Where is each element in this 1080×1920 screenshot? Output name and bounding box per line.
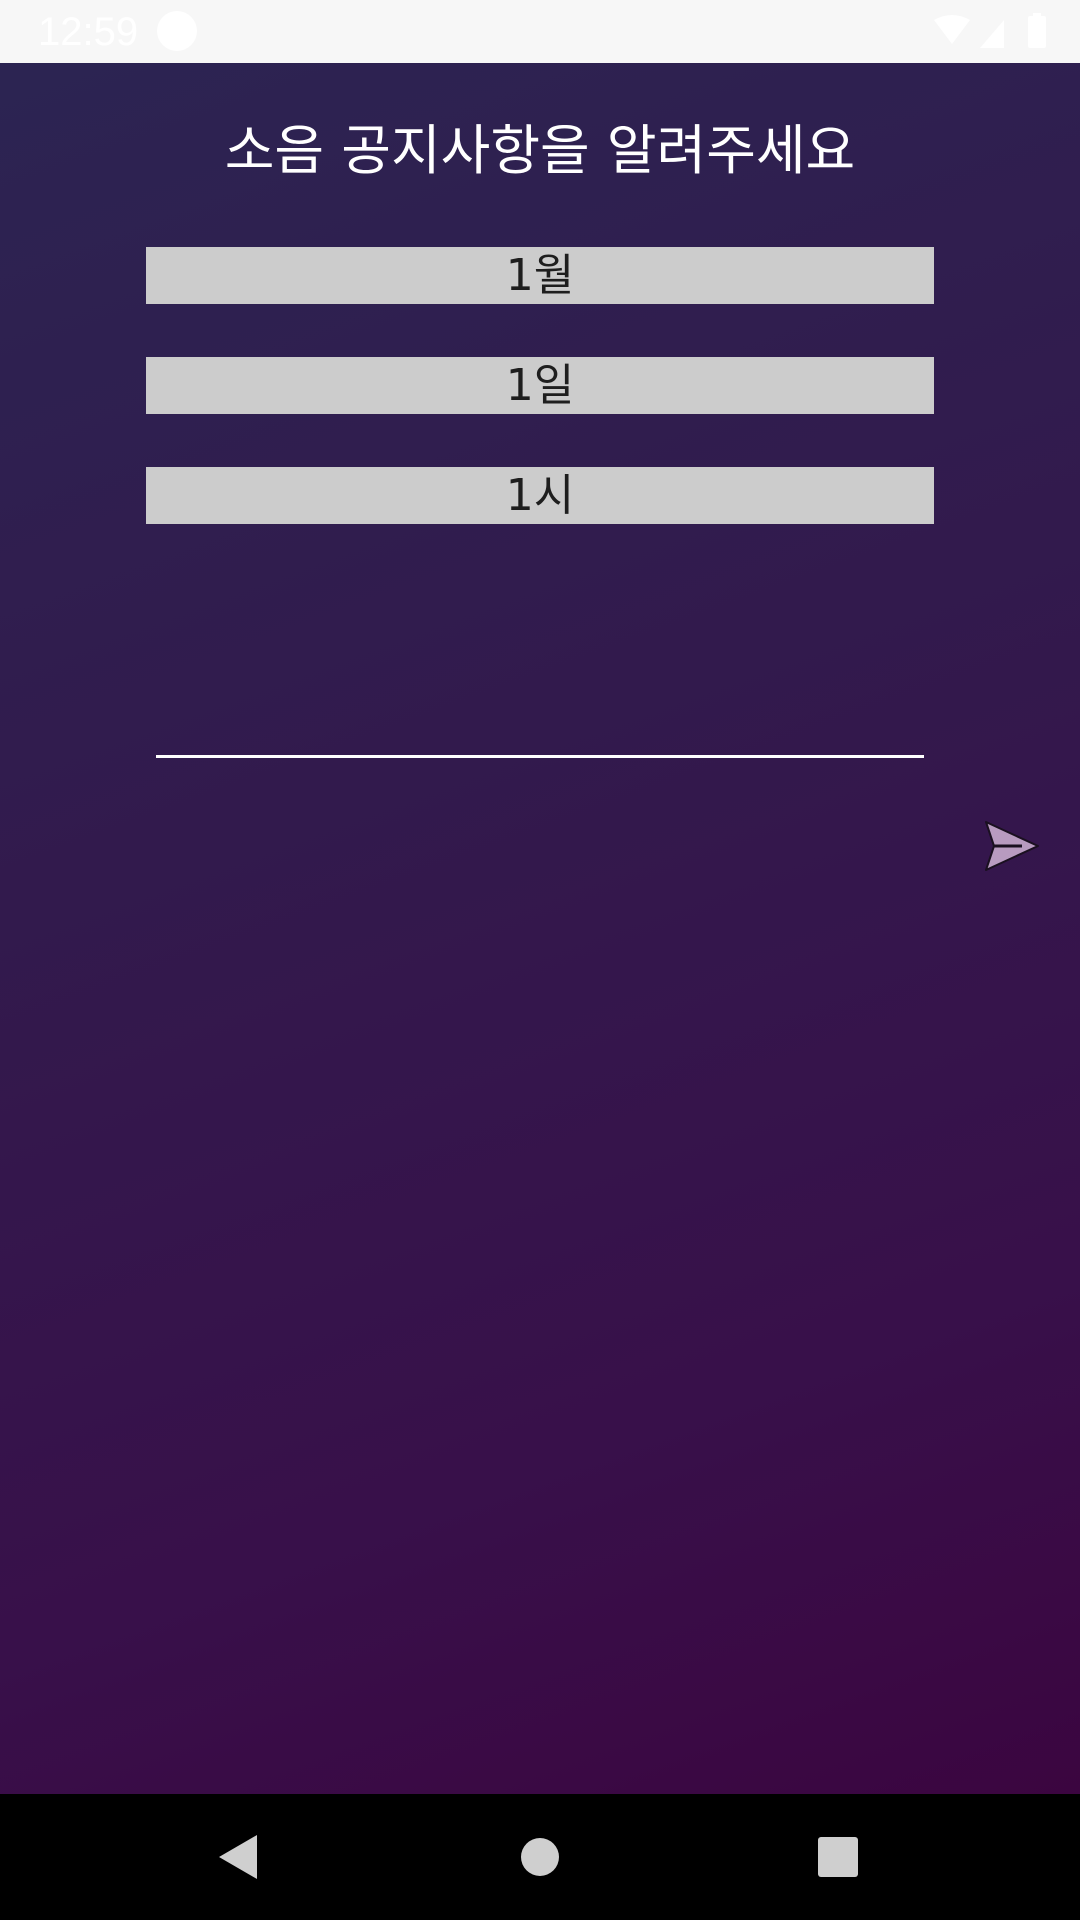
notice-text-input[interactable]	[156, 703, 924, 758]
hour-picker[interactable]: 1시	[146, 467, 934, 524]
send-icon[interactable]	[984, 818, 1040, 874]
recents-icon[interactable]	[810, 1829, 866, 1885]
notification-dot-icon	[157, 11, 197, 51]
status-bar: 12:59	[0, 0, 1080, 63]
home-icon[interactable]	[512, 1829, 568, 1885]
page-title: 소음 공지사항을 알려주세요	[224, 119, 856, 182]
status-time: 12:59	[38, 10, 139, 54]
status-icons	[934, 13, 1046, 48]
month-picker[interactable]: 1월	[146, 247, 934, 304]
main-content: 소음 공지사항을 알려주세요 1월 1일 1시	[0, 63, 1080, 1794]
day-picker[interactable]: 1일	[146, 357, 934, 414]
back-icon[interactable]	[213, 1829, 269, 1885]
app-screen: 12:59 소음 공지사항을 알려주세요 1월 1일 1시	[0, 0, 1080, 1920]
wifi-icon	[934, 15, 970, 44]
navigation-bar	[0, 1794, 1080, 1920]
cell-signal-icon	[980, 20, 1004, 48]
battery-icon	[1028, 16, 1046, 48]
